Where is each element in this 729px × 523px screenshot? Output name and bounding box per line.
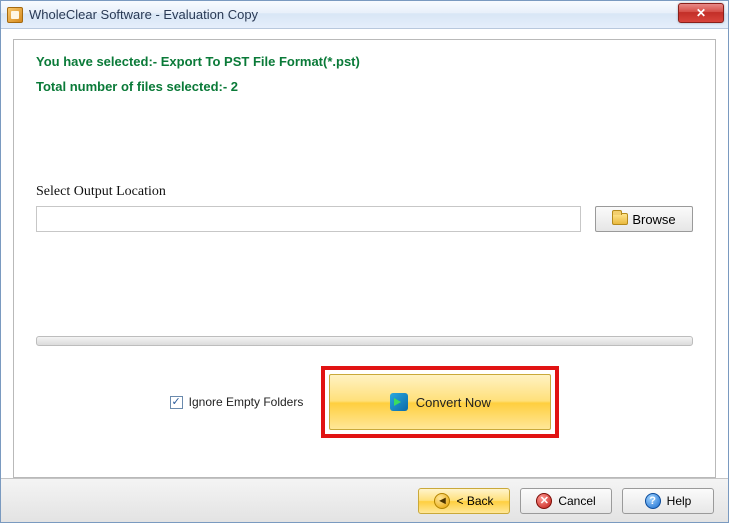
- help-button-label: Help: [667, 494, 692, 508]
- separator-bar: [36, 336, 693, 346]
- back-arrow-icon: ◄: [434, 493, 450, 509]
- back-button-label: < Back: [456, 494, 493, 508]
- cancel-icon: ✕: [536, 493, 552, 509]
- app-icon: [7, 7, 23, 23]
- window-title: WholeClear Software - Evaluation Copy: [29, 7, 258, 22]
- ignore-empty-label: Ignore Empty Folders: [189, 395, 304, 409]
- cancel-button[interactable]: ✕ Cancel: [520, 488, 612, 514]
- convert-now-label: Convert Now: [416, 395, 491, 410]
- close-icon: ✕: [696, 6, 706, 20]
- ignore-empty-checkbox-wrap[interactable]: ✓ Ignore Empty Folders: [170, 395, 304, 409]
- back-button[interactable]: ◄ < Back: [418, 488, 510, 514]
- help-icon: ?: [645, 493, 661, 509]
- cancel-button-label: Cancel: [558, 494, 595, 508]
- output-row: Browse: [36, 206, 693, 232]
- footer-bar: ◄ < Back ✕ Cancel ? Help: [1, 478, 728, 522]
- output-location-input[interactable]: [36, 206, 581, 232]
- folder-icon: [612, 213, 628, 225]
- help-button[interactable]: ? Help: [622, 488, 714, 514]
- convert-highlight-frame: Convert Now: [321, 366, 559, 438]
- output-location-label: Select Output Location: [36, 184, 693, 200]
- convert-now-button[interactable]: Convert Now: [329, 374, 551, 430]
- main-panel: You have selected:- Export To PST File F…: [13, 39, 716, 478]
- close-button[interactable]: ✕: [678, 3, 724, 23]
- titlebar: WholeClear Software - Evaluation Copy ✕: [1, 1, 728, 29]
- ignore-empty-checkbox[interactable]: ✓: [170, 396, 183, 409]
- convert-icon: [390, 393, 408, 411]
- selected-count-text: Total number of files selected:- 2: [36, 79, 693, 94]
- browse-button[interactable]: Browse: [595, 206, 693, 232]
- browse-button-label: Browse: [632, 212, 675, 227]
- convert-row: ✓ Ignore Empty Folders Convert Now: [36, 366, 693, 438]
- selected-format-text: You have selected:- Export To PST File F…: [36, 54, 693, 69]
- content-area: You have selected:- Export To PST File F…: [1, 29, 728, 478]
- app-window: WholeClear Software - Evaluation Copy ✕ …: [0, 0, 729, 523]
